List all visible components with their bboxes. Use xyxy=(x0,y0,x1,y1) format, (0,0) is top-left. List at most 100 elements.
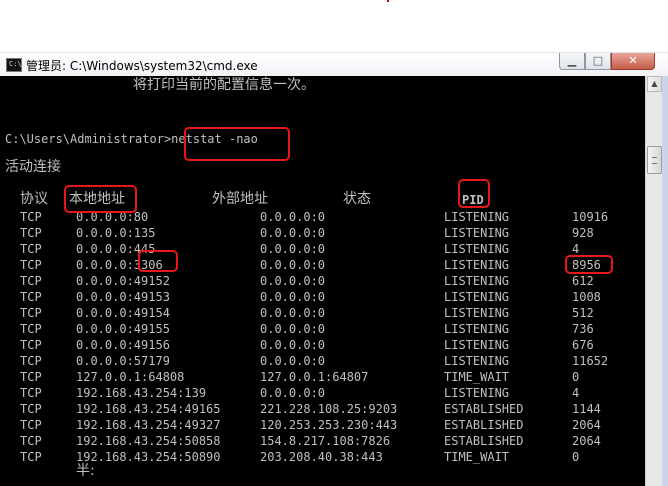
cell-proto: TCP xyxy=(20,402,42,416)
highlight-pid-header xyxy=(458,179,490,208)
cell-foreign: 0.0.0.0:0 xyxy=(260,322,326,336)
cell-proto: TCP xyxy=(20,210,42,224)
cmd-icon: C:\ xyxy=(6,58,22,72)
minimize-button[interactable]: ▁ xyxy=(559,53,585,70)
cell-proto: TCP xyxy=(20,226,42,240)
cell-proto: TCP xyxy=(20,242,42,256)
cell-foreign: 0.0.0.0:0 xyxy=(260,274,326,288)
cell-state: LISTENING xyxy=(444,290,510,304)
cell-proto: TCP xyxy=(20,290,42,304)
cell-state: LISTENING xyxy=(444,274,510,288)
cell-local: 192.168.43.254:50890 xyxy=(76,450,221,464)
cell-proto: TCP xyxy=(20,274,42,288)
cell-local: 192.168.43.254:139 xyxy=(76,386,207,400)
cell-foreign: 221.228.108.25:9203 xyxy=(260,402,398,416)
cell-state: LISTENING xyxy=(444,338,510,352)
cell-foreign: 0.0.0.0:0 xyxy=(260,290,326,304)
cell-proto: TCP xyxy=(20,306,42,320)
cell-local: 127.0.0.1:64808 xyxy=(76,370,185,384)
cell-local: 0.0.0.0:49153 xyxy=(76,290,170,304)
cell-pid: 512 xyxy=(572,306,594,320)
cell-pid: 11652 xyxy=(572,354,609,368)
cell-proto: TCP xyxy=(20,386,42,400)
cell-state: LISTENING xyxy=(444,354,510,368)
cell-state: LISTENING xyxy=(444,226,510,240)
cell-local: 192.168.43.254:50858 xyxy=(76,434,221,448)
cell-pid: 612 xyxy=(572,274,594,288)
scroll-thumb[interactable] xyxy=(647,146,662,174)
cell-state: LISTENING xyxy=(444,322,510,336)
cell-local: 0.0.0.0:135 xyxy=(76,226,156,240)
prompt: C:\Users\Administrator> xyxy=(5,132,172,146)
cell-proto: TCP xyxy=(20,418,42,432)
cell-state: ESTABLISHED xyxy=(444,402,524,416)
cell-state: LISTENING xyxy=(444,210,510,224)
stray-red-dot xyxy=(387,0,389,2)
cell-pid: 736 xyxy=(572,322,594,336)
highlight-command xyxy=(184,127,290,161)
title-bar[interactable]: C:\ 管理员: C:\Windows\system32\cmd.exe ▁ □… xyxy=(0,52,668,76)
cell-pid: 1008 xyxy=(572,290,601,304)
cell-state: LISTENING xyxy=(444,306,510,320)
vertical-scrollbar[interactable]: ▲ xyxy=(645,76,662,486)
cell-foreign: 154.8.217.108:7826 xyxy=(260,434,391,448)
cell-local: 192.168.43.254:49165 xyxy=(76,402,221,416)
cell-state: ESTABLISHED xyxy=(444,434,524,448)
cell-proto: TCP xyxy=(20,258,42,272)
cell-pid: 928 xyxy=(572,226,594,240)
window-frame-right xyxy=(662,76,668,486)
cell-state: LISTENING xyxy=(444,242,510,256)
cell-foreign: 120.253.253.230:443 xyxy=(260,418,398,432)
cell-pid: 0 xyxy=(572,370,580,384)
cell-local: 0.0.0.0:49155 xyxy=(76,322,170,336)
highlight-port-3306 xyxy=(138,250,178,272)
cell-local: 0.0.0.0:57179 xyxy=(76,354,170,368)
cell-proto: TCP xyxy=(20,338,42,352)
cell-pid: 4 xyxy=(572,242,580,256)
partial-line: 半: xyxy=(76,463,95,479)
cell-foreign: 0.0.0.0:0 xyxy=(260,338,326,352)
close-button[interactable]: ✕ xyxy=(611,53,655,70)
cell-local: 192.168.43.254:49327 xyxy=(76,418,221,432)
cell-state: LISTENING xyxy=(444,258,510,272)
cell-foreign: 0.0.0.0:0 xyxy=(260,354,326,368)
highlight-local-header xyxy=(64,185,137,213)
cell-local: 0.0.0.0:49154 xyxy=(76,306,170,320)
cell-foreign: 127.0.0.1:64807 xyxy=(260,370,369,384)
intro-line: 将打印当前的配置信息一次。 xyxy=(133,77,315,93)
console-output[interactable]: 将打印当前的配置信息一次。 C:\Users\Administrator>net… xyxy=(0,76,645,486)
cell-pid: 1144 xyxy=(572,402,601,416)
cell-pid: 676 xyxy=(572,338,594,352)
header-proto: 协议 xyxy=(20,191,48,207)
cell-foreign: 0.0.0.0:0 xyxy=(260,306,326,320)
section-title: 活动连接 xyxy=(5,159,61,175)
scroll-up-button[interactable]: ▲ xyxy=(647,76,662,92)
cell-pid: 2064 xyxy=(572,418,601,432)
cell-foreign: 0.0.0.0:0 xyxy=(260,242,326,256)
maximize-button[interactable]: □ xyxy=(585,53,611,70)
header-foreign: 外部地址 xyxy=(212,191,268,207)
cell-proto: TCP xyxy=(20,450,42,464)
cell-foreign: 0.0.0.0:0 xyxy=(260,210,326,224)
cell-state: TIME_WAIT xyxy=(444,450,510,464)
cell-pid: 4 xyxy=(572,386,580,400)
cell-pid: 0 xyxy=(572,450,580,464)
window-title: 管理员: C:\Windows\system32\cmd.exe xyxy=(26,59,258,73)
cell-foreign: 0.0.0.0:0 xyxy=(260,386,326,400)
header-state: 状态 xyxy=(343,191,371,207)
cell-state: ESTABLISHED xyxy=(444,418,524,432)
cell-proto: TCP xyxy=(20,322,42,336)
highlight-pid-8956 xyxy=(565,255,613,274)
cell-pid: 2064 xyxy=(572,434,601,448)
cell-local: 0.0.0.0:49152 xyxy=(76,274,170,288)
cell-state: TIME_WAIT xyxy=(444,370,510,384)
cell-pid: 10916 xyxy=(572,210,609,224)
cell-state: LISTENING xyxy=(444,386,510,400)
cell-proto: TCP xyxy=(20,370,42,384)
cell-foreign: 0.0.0.0:0 xyxy=(260,258,326,272)
cell-foreign: 203.208.40.38:443 xyxy=(260,450,383,464)
cell-proto: TCP xyxy=(20,434,42,448)
cell-proto: TCP xyxy=(20,354,42,368)
cell-local: 0.0.0.0:49156 xyxy=(76,338,170,352)
cell-foreign: 0.0.0.0:0 xyxy=(260,226,326,240)
